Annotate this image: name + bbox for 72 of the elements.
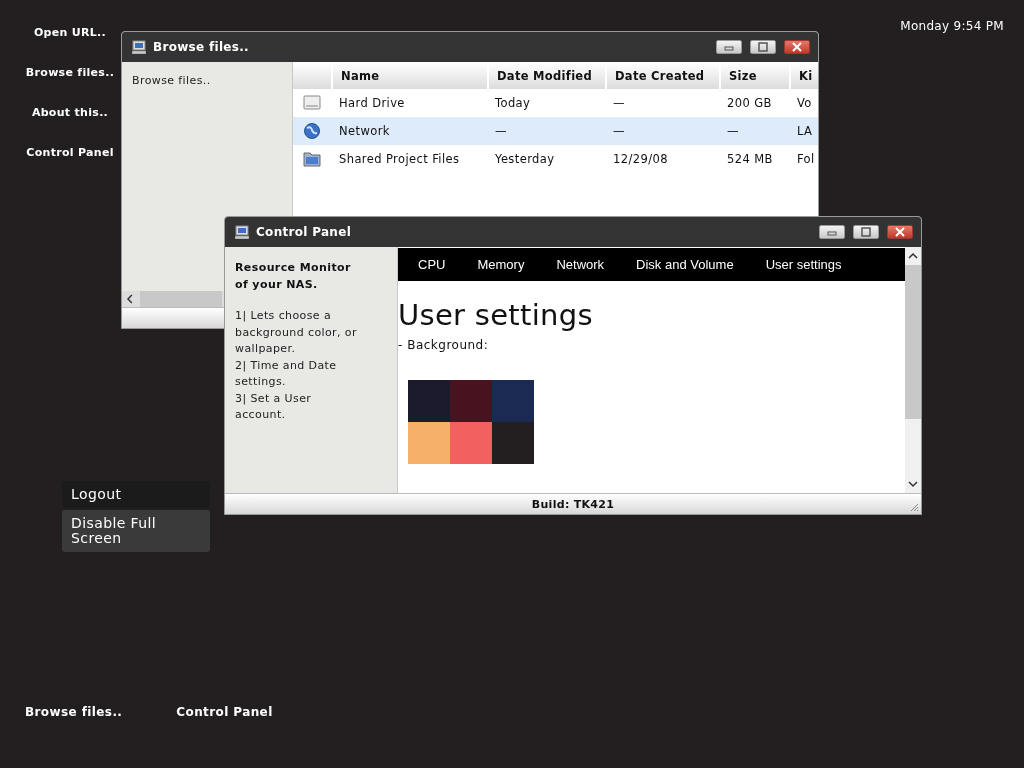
minimize-button[interactable] [716,40,742,54]
maximize-button[interactable] [853,225,879,239]
table-cell-text: 12/29/08 [612,152,669,166]
table-cell-text: Vo [796,96,813,110]
maximize-icon [756,42,770,52]
window-title: Control Panel [256,225,352,239]
desktop-shortcut[interactable]: Open URL.. [33,24,107,42]
close-button[interactable] [887,225,913,239]
table-cell-text: Yesterday [494,152,556,166]
window-title: Browse files.. [153,40,249,54]
resize-grip-icon [909,502,919,512]
color-swatch[interactable] [492,422,534,464]
folder-icon [303,150,321,168]
tab[interactable]: Network [540,257,621,272]
table-cell-text: — [612,96,626,110]
maximize-button[interactable] [750,40,776,54]
table-cell-text: 200 GB [726,96,773,110]
color-swatch[interactable] [492,380,534,422]
file-row[interactable]: Shared Project Files Yesterday 12/29/08 524 MB Fol [293,145,818,173]
scrollbar-thumb[interactable] [139,291,222,307]
sidebar-text: 1| Lets choose a background color, or wallpaper. [235,308,358,357]
tab[interactable]: Disk and Volume [620,257,750,272]
sidebar-text: 3| Set a User account. [235,390,313,423]
column-header[interactable]: Date Created [605,63,719,89]
drive-icon [303,94,321,112]
desktop-shortcut[interactable]: Browse files.. [25,64,115,82]
table-cell-text: 524 MB [726,152,774,166]
scrollbar-thumb[interactable] [905,265,921,419]
table-cell-text: Network [338,124,391,138]
table-cell-text: Shared Project Files [338,152,461,166]
table-cell-text: — [726,124,740,138]
column-header[interactable]: Date Modified [487,63,605,89]
file-row[interactable]: Network — — — LA [293,117,818,145]
taskbar-item[interactable]: Browse files.. [25,705,123,719]
clock: Monday 9:54 PM [900,19,1004,33]
close-button[interactable] [784,40,810,54]
desktop-shortcut[interactable]: About this.. [31,104,109,122]
table-cell-text: — [494,124,508,138]
taskbar-item[interactable]: Control Panel [176,705,273,719]
menu-item[interactable]: Disable Full Screen [62,510,210,552]
tab[interactable]: User settings [749,257,858,272]
column-header[interactable]: Name [331,63,487,89]
globe-icon [303,122,321,140]
page-heading: User settings [398,297,594,333]
sidebar-text: Browse files.. [132,74,212,87]
close-icon [790,42,804,52]
setting-label: - Background: [398,338,490,352]
color-swatch[interactable] [450,380,492,422]
table-cell-text: Hard Drive [338,96,406,110]
computer-icon [235,225,249,239]
column-header[interactable]: Ki [789,63,818,89]
maximize-icon [859,227,873,237]
table-cell-text: — [612,124,626,138]
table-cell-text: Today [494,96,532,110]
tab[interactable]: CPU [402,257,462,272]
sidebar-heading: Resource Monitor of your NAS. [235,260,352,293]
color-swatch[interactable] [450,422,492,464]
vertical-scrollbar[interactable] [905,247,921,493]
table-cell-text: LA [796,124,814,138]
menu-item[interactable]: Logout [62,481,210,508]
computer-icon [132,40,146,54]
close-icon [893,227,907,237]
desktop-shortcut[interactable]: Control Panel [26,144,114,162]
minimize-button[interactable] [819,225,845,239]
column-header[interactable]: Size [719,63,789,89]
build-label: Build: TK421 [531,497,615,511]
file-row[interactable]: Hard Drive Today — 200 GB Vo [293,89,818,117]
color-swatch[interactable] [408,380,450,422]
color-swatch[interactable] [408,422,450,464]
table-cell-text: Fol [796,152,816,166]
tab[interactable]: Memory [461,257,541,272]
sidebar-text: 2| Time and Date settings. [235,357,338,390]
